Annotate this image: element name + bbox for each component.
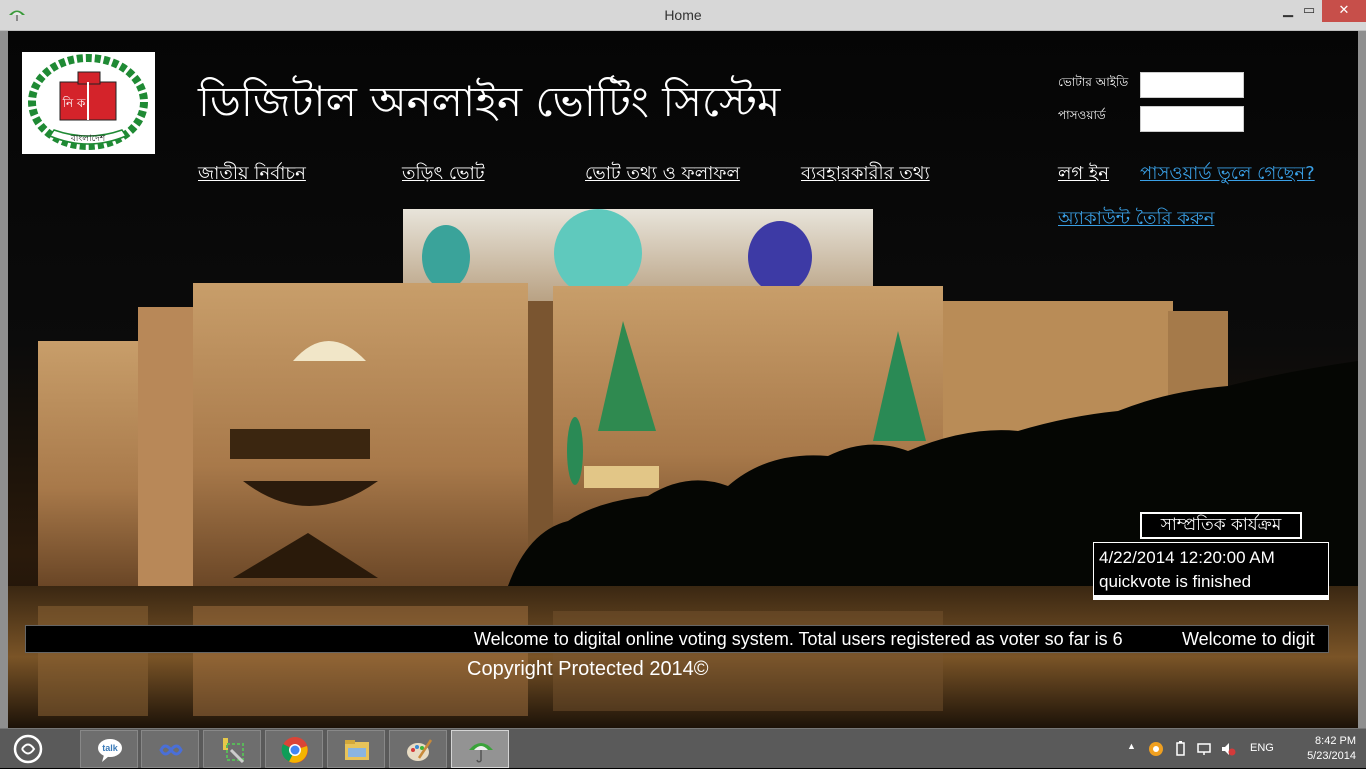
recent-activity-title: সাম্প্রতিক কার্যক্রম — [1140, 512, 1302, 539]
volume-muted-icon[interactable] — [1220, 741, 1236, 757]
umbrella-app-icon — [469, 743, 493, 763]
file-explorer-icon — [345, 740, 369, 760]
start-button-icon[interactable] — [10, 734, 46, 764]
marquee-text: Welcome to digital online voting system.… — [474, 629, 1123, 649]
nav-user-info[interactable]: ব্যবহারকারীর তথ্য — [801, 159, 930, 190]
ballot-box-emblem: নি ক বাংলাদেশ — [28, 54, 148, 150]
battery-icon[interactable] — [1172, 741, 1188, 757]
password-label: পাসওয়ার্ড — [1058, 108, 1106, 122]
marquee-text-repeat: Welcome to digit — [1182, 629, 1315, 649]
maximize-button[interactable]: ▭ — [1294, 0, 1324, 22]
recent-activity-message: quickvote is finished — [1099, 572, 1252, 591]
input-language-indicator[interactable]: ENG — [1250, 742, 1274, 754]
clock-date: 5/23/2014 — [1307, 750, 1356, 762]
taskbar-talk[interactable]: talk — [80, 730, 138, 768]
system-clock[interactable]: 8:42 PM 5/23/2014 — [1284, 734, 1356, 764]
window-titlebar: Home ▁ ▭ ✕ — [0, 0, 1366, 31]
clock-time: 8:42 PM — [1315, 735, 1356, 747]
close-button[interactable]: ✕ — [1322, 0, 1366, 22]
nav-vote-info-results[interactable]: ভোট তথ্য ও ফলাফল — [585, 159, 740, 190]
voter-id-label: ভোটার আইডি — [1058, 75, 1129, 89]
taskbar-voting-app[interactable] — [451, 730, 509, 768]
window-frame: নি ক বাংলাদেশ ডিজিটাল অনলাইন ভোটিং সিস্ট… — [0, 31, 1366, 728]
logo-letters: নি ক — [62, 96, 86, 110]
talk-icon-label: talk — [102, 743, 119, 753]
taskbar: talk ▲ ENG 8:42 PM 5/23/2014 — [0, 728, 1366, 768]
taskbar-chrome[interactable] — [265, 730, 323, 768]
chrome-icon — [281, 737, 308, 763]
app-client-area: নি ক বাংলাদেশ ডিজিটাল অনলাইন ভোটিং সিস্ট… — [8, 31, 1358, 728]
logo-ribbon-text: বাংলাদেশ — [70, 134, 106, 144]
window-title: Home — [664, 7, 702, 23]
recent-activity-list[interactable]: 4/22/2014 12:20:00 AM quickvote is finis… — [1093, 542, 1329, 600]
show-hidden-icons-icon[interactable]: ▲ — [1127, 741, 1136, 751]
taskbar-paint[interactable] — [389, 730, 447, 768]
paint-icon — [407, 739, 433, 761]
infinity-icon — [159, 744, 183, 756]
nav-quick-vote[interactable]: তড়িৎ ভোট — [402, 159, 485, 190]
voter-id-input[interactable] — [1140, 72, 1244, 98]
taskbar-infinity[interactable] — [141, 730, 199, 768]
talk-icon: talk — [98, 739, 122, 762]
taskbar-file-explorer[interactable] — [327, 730, 385, 768]
site-title: ডিজিটাল অনলাইন ভোটিং সিস্টেম — [198, 77, 781, 126]
recent-activity-scrollbar[interactable] — [1094, 595, 1328, 599]
network-icon[interactable] — [1196, 741, 1212, 757]
election-commission-logo: নি ক বাংলাদেশ — [22, 52, 155, 154]
recent-activity-timestamp: 4/22/2014 12:20:00 AM — [1099, 548, 1275, 567]
tray-app-icon[interactable] — [1148, 741, 1164, 757]
password-input[interactable] — [1140, 106, 1244, 132]
copyright-text: Copyright Protected 2014© — [467, 658, 709, 680]
login-link[interactable]: লগ ইন — [1058, 159, 1109, 190]
tools-icon — [223, 738, 245, 764]
welcome-marquee: Welcome to digital online voting system.… — [25, 625, 1329, 653]
nav-national-election[interactable]: জাতীয় নির্বাচন — [198, 159, 306, 190]
create-account-link[interactable]: অ্যাকাউন্ট তৈরি করুন — [1058, 204, 1214, 235]
taskbar-tools[interactable] — [203, 730, 261, 768]
forgot-password-link[interactable]: পাসওয়ার্ড ভুলে গেছেন? — [1140, 159, 1315, 190]
